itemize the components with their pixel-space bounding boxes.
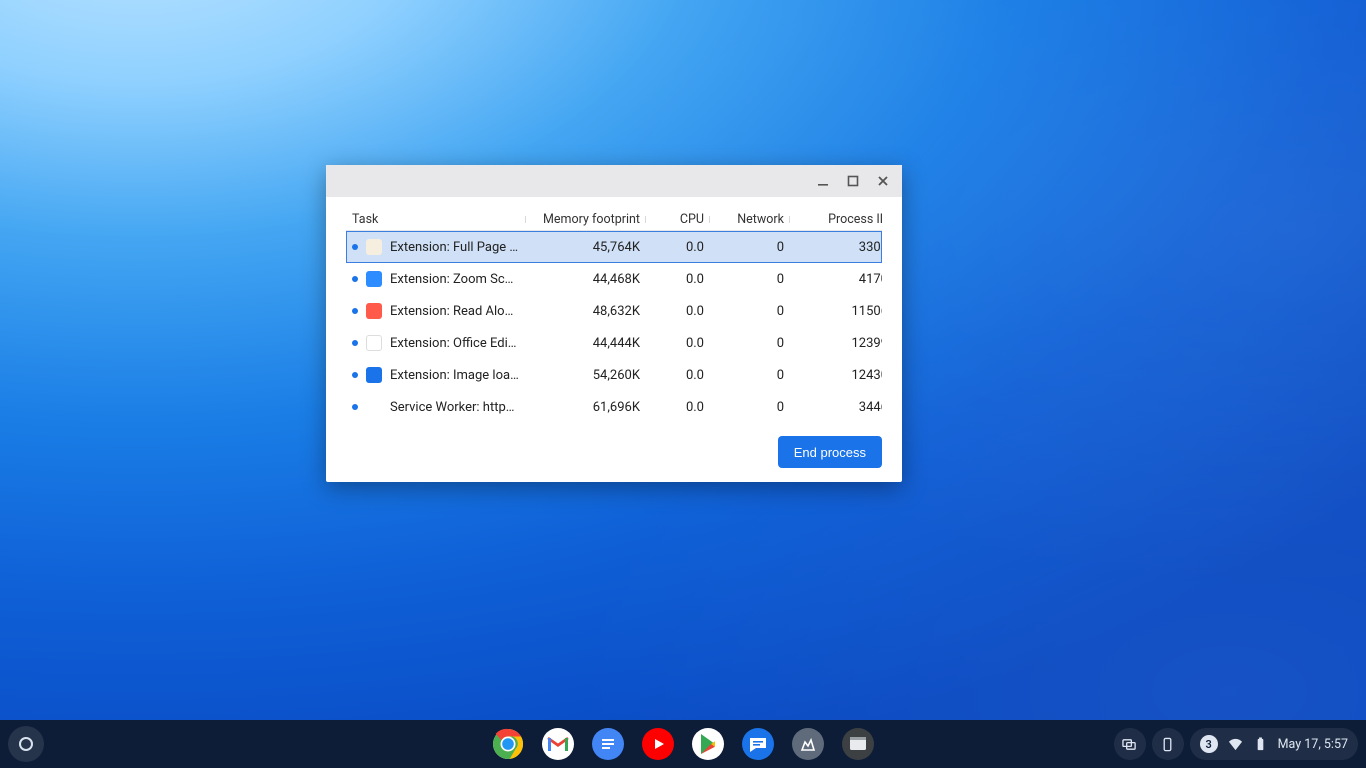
task-table: Task Memory footprint CPU Network Proces… xyxy=(346,209,882,424)
battery-icon xyxy=(1253,737,1268,752)
app-gmail[interactable] xyxy=(542,728,574,760)
extension-icon xyxy=(366,303,382,319)
task-name-cell: Extension: Read Aloud: A Text to Speech xyxy=(346,303,526,319)
task-memory-cell: 48,632K xyxy=(526,304,646,319)
task-network-cell: 0 xyxy=(710,240,790,255)
extension-icon xyxy=(366,367,382,383)
col-task[interactable]: Task xyxy=(346,212,526,227)
notification-count-badge: 3 xyxy=(1200,735,1218,753)
overview-icon xyxy=(1122,737,1137,752)
task-network-cell: 0 xyxy=(710,336,790,351)
col-pid[interactable]: Process ID xyxy=(790,212,882,227)
task-name-cell: Extension: Zoom Scheduler xyxy=(346,271,526,287)
app-docs[interactable] xyxy=(592,728,624,760)
process-grouping-dot xyxy=(352,340,358,346)
process-grouping-dot xyxy=(352,244,358,250)
task-network-cell: 0 xyxy=(710,368,790,383)
app-messages[interactable] xyxy=(742,728,774,760)
task-pid-cell: 3446 xyxy=(790,400,882,415)
task-name-text: Extension: Full Page Screenshot xyxy=(390,240,520,255)
task-cpu-cell: 0.0 xyxy=(646,240,710,255)
status-tray: 3 May 17, 5:57 xyxy=(1114,728,1358,760)
launcher-button[interactable] xyxy=(8,726,44,762)
task-network-cell: 0 xyxy=(710,400,790,415)
task-row[interactable]: Extension: Image loader 54,260K0.0012430 xyxy=(346,359,882,391)
app-files[interactable] xyxy=(842,728,874,760)
window-minimize-button[interactable] xyxy=(808,165,838,197)
task-memory-cell: 54,260K xyxy=(526,368,646,383)
task-memory-cell: 45,764K xyxy=(526,240,646,255)
task-cpu-cell: 0.0 xyxy=(646,304,710,319)
shelf: 3 May 17, 5:57 xyxy=(0,720,1366,768)
task-row[interactable]: Extension: Read Aloud: A Text to Speech 4… xyxy=(346,295,882,327)
extension-icon xyxy=(366,399,382,415)
extension-icon xyxy=(366,335,382,351)
process-grouping-dot xyxy=(352,372,358,378)
task-row[interactable]: Extension: Office Editing for Docs 44,444… xyxy=(346,327,882,359)
task-name-cell: Extension: Image loader xyxy=(346,367,526,383)
app-canvas[interactable] xyxy=(792,728,824,760)
task-memory-cell: 61,696K xyxy=(526,400,646,415)
task-pid-cell: 12430 xyxy=(790,368,882,383)
task-pid-cell: 3304 xyxy=(790,240,882,255)
app-play-store[interactable] xyxy=(692,728,724,760)
task-cpu-cell: 0.0 xyxy=(646,336,710,351)
launcher-icon xyxy=(19,737,33,751)
task-name-text: Extension: Image loader xyxy=(390,368,520,383)
status-area[interactable]: 3 May 17, 5:57 xyxy=(1190,728,1358,760)
task-memory-cell: 44,444K xyxy=(526,336,646,351)
col-cpu[interactable]: CPU xyxy=(646,212,710,227)
app-youtube[interactable] xyxy=(642,728,674,760)
task-name-text: Service Worker: https://docs.google.com xyxy=(390,400,520,415)
task-table-header[interactable]: Task Memory footprint CPU Network Proces… xyxy=(346,209,882,231)
task-manager-window: Task Memory footprint CPU Network Proces… xyxy=(326,165,902,482)
col-memory[interactable]: Memory footprint xyxy=(526,212,646,227)
task-name-cell: Extension: Office Editing for Docs xyxy=(346,335,526,351)
app-chrome[interactable] xyxy=(492,728,524,760)
task-name-text: Extension: Office Editing for Docs xyxy=(390,336,520,351)
extension-icon xyxy=(366,271,382,287)
task-cpu-cell: 0.0 xyxy=(646,272,710,287)
shelf-apps xyxy=(492,728,874,760)
task-cpu-cell: 0.0 xyxy=(646,368,710,383)
tray-overview-button[interactable] xyxy=(1114,728,1146,760)
task-network-cell: 0 xyxy=(710,304,790,319)
phone-icon xyxy=(1160,737,1175,752)
task-row[interactable]: Extension: Zoom Scheduler 44,468K0.004170 xyxy=(346,263,882,295)
task-pid-cell: 12399 xyxy=(790,336,882,351)
window-maximize-button[interactable] xyxy=(838,165,868,197)
col-network[interactable]: Network xyxy=(710,212,790,227)
task-name-text: Extension: Read Aloud: A Text to Speech xyxy=(390,304,520,319)
window-titlebar[interactable] xyxy=(326,165,902,197)
task-memory-cell: 44,468K xyxy=(526,272,646,287)
task-name-text: Extension: Zoom Scheduler xyxy=(390,272,520,287)
task-name-cell: Extension: Full Page Screenshot xyxy=(346,239,526,255)
end-process-button[interactable]: End process xyxy=(778,436,882,468)
process-grouping-dot xyxy=(352,276,358,282)
task-pid-cell: 4170 xyxy=(790,272,882,287)
process-grouping-dot xyxy=(352,308,358,314)
task-cpu-cell: 0.0 xyxy=(646,400,710,415)
extension-icon xyxy=(366,239,382,255)
task-row[interactable]: Service Worker: https://docs.google.com 6… xyxy=(346,391,882,423)
task-pid-cell: 11506 xyxy=(790,304,882,319)
task-network-cell: 0 xyxy=(710,272,790,287)
process-grouping-dot xyxy=(352,404,358,410)
tray-phone-hub-button[interactable] xyxy=(1152,728,1184,760)
clock-text: May 17, 5:57 xyxy=(1278,737,1348,752)
wifi-icon xyxy=(1228,737,1243,752)
task-row[interactable]: Extension: Full Page Screenshot 45,764K0.… xyxy=(346,231,882,263)
window-close-button[interactable] xyxy=(868,165,898,197)
task-name-cell: Service Worker: https://docs.google.com xyxy=(346,399,526,415)
